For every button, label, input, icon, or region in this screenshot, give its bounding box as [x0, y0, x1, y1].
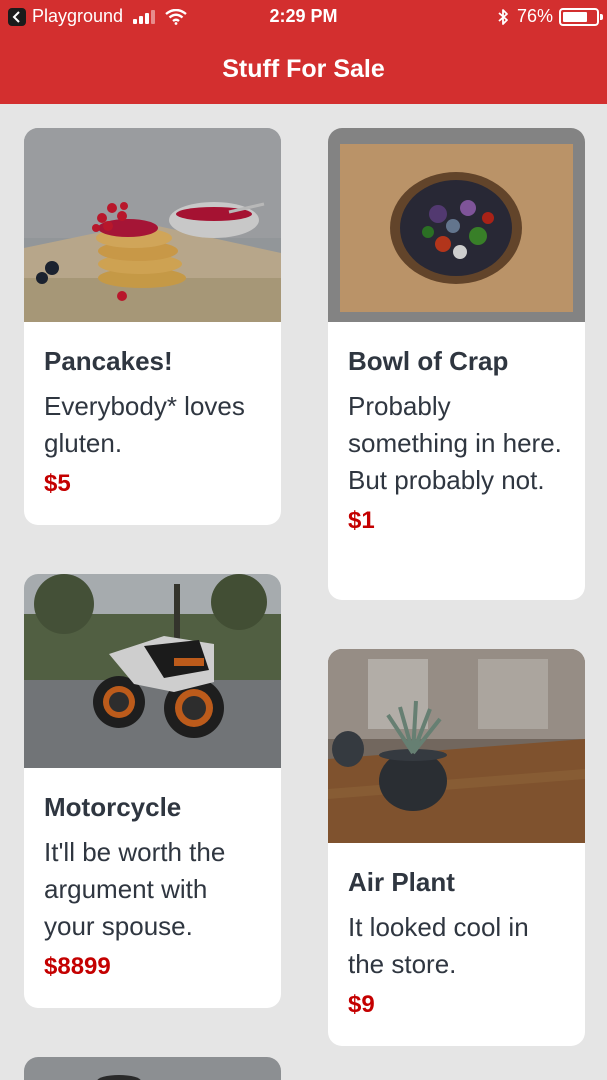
status-right: 76%: [497, 6, 603, 27]
product-photo: [24, 1057, 281, 1080]
battery-fill: [563, 11, 587, 22]
product-title: Motorcycle: [44, 792, 182, 822]
product-card-motorcycle[interactable]: Motorcycle It'll be worth the argument w…: [24, 574, 281, 1008]
product-price: $9: [348, 991, 375, 1018]
product-description: Everybody* loves gluten.: [44, 391, 245, 458]
air-plant-photo: [328, 649, 585, 843]
product-price: $1: [348, 507, 375, 534]
product-title: Pancakes!: [44, 346, 173, 376]
battery-percent: 76%: [516, 6, 553, 26]
battery-icon: [559, 7, 603, 26]
product-description: It'll be worth the argument with your sp…: [44, 837, 226, 941]
bowl-photo: [328, 128, 585, 322]
motorcycle-photo: [24, 574, 281, 768]
product-description: Probably something in here. But probably…: [348, 391, 562, 495]
status-bar: Playground 2:29 PM 76%: [0, 0, 607, 34]
product-card-bowl[interactable]: Bowl of Crap Probably something in here.…: [328, 128, 585, 600]
product-price: $5: [44, 470, 71, 497]
product-card-partial[interactable]: [24, 1057, 281, 1080]
card-body: Motorcycle It'll be worth the argument w…: [24, 768, 281, 983]
product-description: It looked cool in the store.: [348, 912, 529, 979]
battery-tip: [600, 13, 603, 20]
product-title: Bowl of Crap: [348, 346, 509, 376]
bluetooth-icon: [498, 8, 508, 25]
card-body: Pancakes! Everybody* loves gluten. $5: [24, 322, 281, 500]
card-body: Bowl of Crap Probably something in here.…: [328, 322, 585, 537]
product-title: Air Plant: [348, 867, 455, 897]
nav-header: Stuff For Sale: [0, 34, 607, 104]
product-card-air-plant[interactable]: Air Plant It looked cool in the store. $…: [328, 649, 585, 1046]
product-price: $8899: [44, 953, 111, 980]
product-card-pancakes[interactable]: Pancakes! Everybody* loves gluten. $5: [24, 128, 281, 525]
card-body: Air Plant It looked cool in the store. $…: [328, 843, 585, 1021]
pancakes-photo: [24, 128, 281, 322]
page-title: Stuff For Sale: [222, 54, 385, 83]
